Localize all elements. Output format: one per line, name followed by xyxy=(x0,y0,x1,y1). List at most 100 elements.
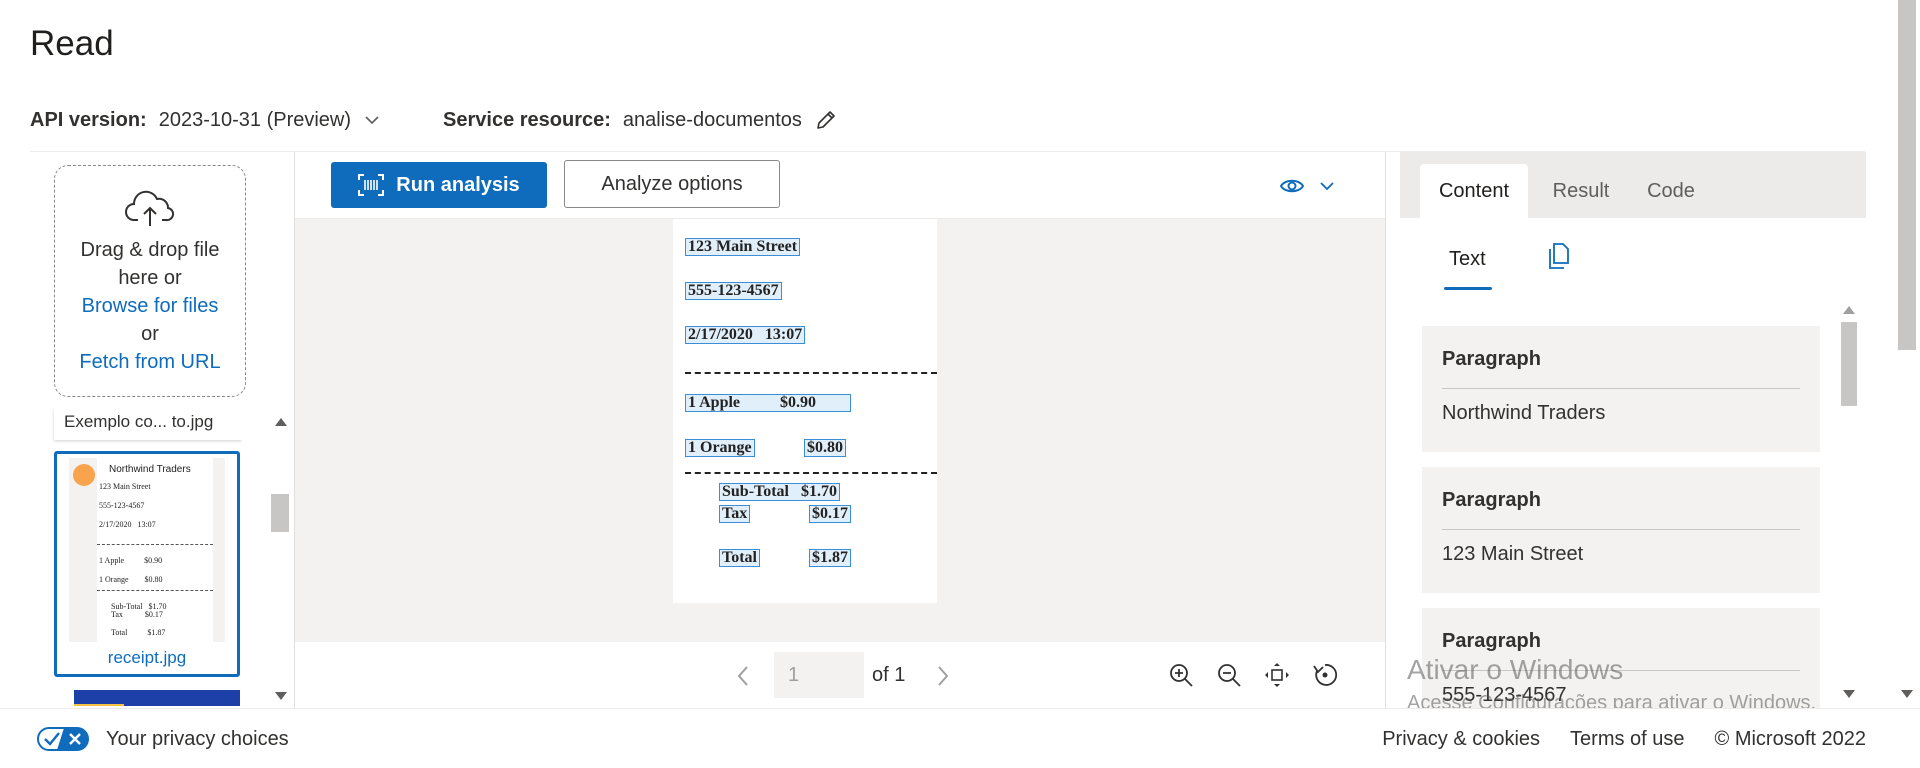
ocr-line[interactable]: 2/17/2020 13:07 xyxy=(685,326,806,344)
copyright-text: © Microsoft 2022 xyxy=(1714,728,1866,750)
subtab-text[interactable]: Text xyxy=(1449,248,1486,271)
ocr-line[interactable]: 123 Main Street xyxy=(685,238,801,256)
active-tab-indicator xyxy=(1444,287,1492,290)
thumb-divider xyxy=(97,590,213,591)
page-scrollbar[interactable] xyxy=(1894,0,1920,708)
tab-code[interactable]: Code xyxy=(1632,164,1710,218)
chevron-down-icon xyxy=(1320,182,1334,191)
service-resource-value: analise-documentos xyxy=(622,108,802,131)
ocr-line[interactable]: 1 Apple $0.90 xyxy=(685,394,851,412)
cloud-upload-icon xyxy=(125,190,175,226)
zoom-out-icon[interactable] xyxy=(1216,662,1242,688)
paragraph-text: Northwind Traders xyxy=(1442,402,1606,424)
fit-page-icon[interactable] xyxy=(1264,662,1290,688)
file-card[interactable] xyxy=(74,690,240,706)
ocr-line[interactable]: Tax xyxy=(719,505,751,523)
scroll-thumb[interactable] xyxy=(271,494,289,532)
run-analysis-button[interactable]: Run analysis xyxy=(331,162,547,208)
ocr-line[interactable]: Sub-Total $1.70 xyxy=(719,483,840,501)
scroll-up-icon[interactable] xyxy=(1843,306,1855,314)
ocr-line[interactable]: $1.87 xyxy=(809,549,851,567)
scroll-down-icon[interactable] xyxy=(1901,690,1913,698)
browse-files-link[interactable]: Browse for files xyxy=(55,292,245,320)
paragraph-title: Paragraph xyxy=(1442,630,1541,652)
file-drop-zone[interactable]: Drag & drop file here or Browse for file… xyxy=(54,165,246,397)
drop-or-text: or xyxy=(141,323,159,345)
file-card[interactable]: Exemplo co... to.jpg xyxy=(54,408,242,440)
drop-instruction-line2: here or xyxy=(118,267,182,289)
drop-instruction-line1: Drag & drop file xyxy=(80,239,220,261)
scan-icon xyxy=(358,174,385,196)
privacy-cookies-link[interactable]: Privacy & cookies xyxy=(1382,728,1540,751)
logo-dot xyxy=(73,464,95,486)
file-name: Exemplo co... to.jpg xyxy=(64,412,214,431)
copy-icon[interactable] xyxy=(1546,242,1572,270)
document-viewer[interactable]: 123 Main Street 555-123-4567 2/17/2020 1… xyxy=(295,219,1385,642)
ocr-line[interactable]: Total xyxy=(719,549,760,567)
page-count: of 1 xyxy=(872,664,906,686)
receipt-divider xyxy=(685,472,937,474)
results-tabs: Content Result Code xyxy=(1400,152,1866,218)
page-title: Read xyxy=(30,24,114,63)
ocr-line[interactable]: 1 Orange xyxy=(685,439,755,457)
privacy-choices-link[interactable]: Your privacy choices xyxy=(106,728,289,751)
privacy-toggle-icon[interactable] xyxy=(37,727,89,751)
fetch-url-link[interactable]: Fetch from URL xyxy=(55,348,245,376)
thumb-datetime: 2/17/2020 13:07 xyxy=(99,520,156,529)
eye-icon xyxy=(1280,179,1304,193)
thumb-divider xyxy=(97,544,213,545)
service-resource-label: Service resource: xyxy=(443,108,611,131)
paragraph-card: Paragraph 555-123-4567 xyxy=(1422,608,1820,708)
paragraph-card: Paragraph 123 Main Street xyxy=(1422,467,1820,593)
thumb-apple: 1 Apple $0.90 xyxy=(99,556,163,565)
paragraph-list: Paragraph Northwind Traders Paragraph 12… xyxy=(1422,326,1822,708)
page-navigation: of 1 xyxy=(295,642,1385,708)
ocr-line[interactable]: $0.17 xyxy=(809,505,851,523)
rotate-icon[interactable] xyxy=(1312,662,1338,688)
results-scrollbar[interactable] xyxy=(1838,298,1860,708)
view-options-dropdown[interactable] xyxy=(1280,174,1340,198)
tab-content[interactable]: Content xyxy=(1420,164,1528,218)
thumb-tax: Tax $0.17 xyxy=(111,610,163,619)
file-card-selected[interactable]: Northwind Traders 123 Main Street 555-12… xyxy=(54,451,240,677)
scroll-down-icon[interactable] xyxy=(1843,690,1855,698)
chevron-left-icon[interactable] xyxy=(733,664,753,688)
thumb-street: 123 Main Street xyxy=(99,482,151,491)
terms-of-use-link[interactable]: Terms of use xyxy=(1570,728,1684,751)
ocr-line[interactable]: 555-123-4567 xyxy=(685,282,782,300)
pencil-icon[interactable] xyxy=(814,108,838,132)
file-list: Exemplo co... to.jpg Northwind Traders 1… xyxy=(52,408,242,706)
paragraph-card: Paragraph Northwind Traders xyxy=(1422,326,1820,452)
tab-result[interactable]: Result xyxy=(1536,164,1626,218)
document-page: 123 Main Street 555-123-4567 2/17/2020 1… xyxy=(673,219,937,603)
scroll-down-icon[interactable] xyxy=(275,692,287,700)
thumb-orange: 1 Orange $0.80 xyxy=(99,575,163,584)
divider xyxy=(1385,152,1386,708)
api-version-dropdown[interactable]: 2023-10-31 (Preview) xyxy=(159,109,351,132)
scroll-up-icon[interactable] xyxy=(275,418,287,426)
file-name: receipt.jpg xyxy=(107,648,187,667)
paragraph-text: 555-123-4567 xyxy=(1442,684,1567,706)
analyze-options-button[interactable]: Analyze options xyxy=(564,160,780,208)
page-number-input[interactable] xyxy=(774,652,864,698)
file-list-scrollbar[interactable] xyxy=(270,408,290,708)
zoom-in-icon[interactable] xyxy=(1168,662,1194,688)
chevron-down-icon[interactable] xyxy=(363,111,381,129)
settings-row: API version: 2023-10-31 (Preview) Servic… xyxy=(30,108,838,132)
receipt-divider xyxy=(685,372,937,374)
thumb-total: Total $1.87 xyxy=(111,628,166,637)
scroll-thumb[interactable] xyxy=(1898,0,1916,350)
chevron-right-icon[interactable] xyxy=(933,664,953,688)
run-analysis-label: Run analysis xyxy=(396,173,520,196)
analysis-toolbar: Run analysis Analyze options xyxy=(295,152,1385,219)
api-version-label: API version: xyxy=(30,108,147,131)
thumb-company: Northwind Traders xyxy=(109,464,191,475)
footer-links: Privacy & cookies Terms of use © Microso… xyxy=(1382,728,1866,751)
scroll-thumb[interactable] xyxy=(1841,322,1857,406)
ocr-line[interactable]: $0.80 xyxy=(804,439,846,457)
footer: Your privacy choices Privacy & cookies T… xyxy=(0,708,1920,768)
receipt-thumbnail: Northwind Traders 123 Main Street 555-12… xyxy=(69,458,225,642)
thumb-phone: 555-123-4567 xyxy=(99,501,145,510)
paragraph-title: Paragraph xyxy=(1442,489,1541,511)
paragraph-text: 123 Main Street xyxy=(1442,543,1584,565)
